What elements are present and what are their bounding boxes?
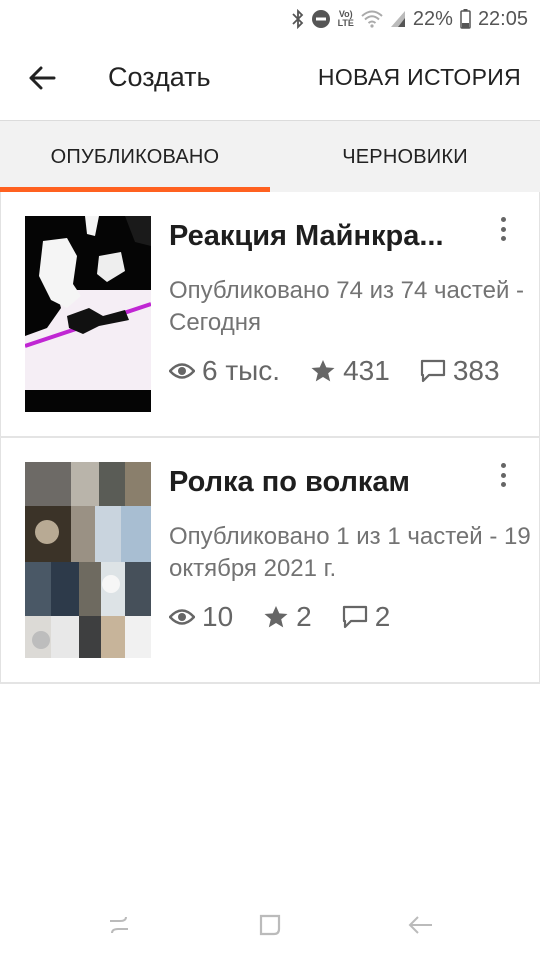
views-count: 10 xyxy=(202,601,234,632)
page-title: Создать xyxy=(108,62,211,92)
views-stat: 6 тыс. xyxy=(169,355,280,387)
comments-count: 383 xyxy=(452,355,500,386)
comment-icon xyxy=(420,359,445,383)
star-icon xyxy=(264,606,288,628)
stars-stat: 2 xyxy=(263,601,312,633)
comments-count: 2 xyxy=(374,601,391,632)
more-options-button[interactable] xyxy=(493,214,513,244)
eye-icon xyxy=(169,609,195,625)
views-stat: 10 xyxy=(169,601,233,633)
app-header: Создать НОВАЯ ИСТОРИЯ xyxy=(0,38,540,120)
system-nav-bar xyxy=(0,890,540,960)
battery-percent: 22% xyxy=(412,7,453,30)
recent-apps-button[interactable] xyxy=(104,910,134,940)
home-button[interactable] xyxy=(255,910,285,940)
comment-icon xyxy=(342,605,367,629)
home-icon xyxy=(259,914,281,936)
views-count: 6 тыс. xyxy=(202,355,281,386)
tab-bar: ОПУБЛИКОВАНО ЧЕРНОВИКИ xyxy=(0,120,540,192)
stars-count: 2 xyxy=(296,601,312,632)
tab-drafts[interactable]: ЧЕРНОВИКИ xyxy=(270,121,540,193)
more-vertical-icon xyxy=(500,217,506,222)
do-not-disturb-icon xyxy=(311,9,331,29)
more-options-button[interactable] xyxy=(493,460,513,490)
story-subtitle: Опубликовано 1 из 1 частей - 19 октября … xyxy=(169,523,531,582)
story-stats: 10 2 2 xyxy=(169,601,420,633)
story-list: Реакция Майнкра... Опубликовано 74 из 74… xyxy=(0,192,540,684)
story-cover-image xyxy=(25,216,151,412)
story-subtitle: Опубликовано 74 из 74 частей - Сегодня xyxy=(169,277,525,336)
comments-stat: 383 xyxy=(420,355,500,387)
wifi-icon xyxy=(361,10,383,28)
story-title: Ролка по волкам xyxy=(169,466,410,498)
story-card[interactable]: Ролка по волкам Опубликовано 1 из 1 част… xyxy=(0,438,540,684)
new-story-button[interactable]: НОВАЯ ИСТОРИЯ xyxy=(318,64,521,91)
back-button[interactable] xyxy=(26,62,58,94)
battery-icon xyxy=(460,9,471,29)
more-vertical-icon xyxy=(500,463,506,468)
arrow-back-icon xyxy=(29,66,56,90)
signal-icon xyxy=(390,10,406,28)
eye-icon xyxy=(169,363,195,379)
recent-apps-icon xyxy=(110,916,128,934)
story-stats: 6 тыс. 431 383 xyxy=(169,355,530,387)
story-cover-image xyxy=(25,462,151,658)
system-back-button[interactable] xyxy=(405,910,435,940)
volte-icon: Vo) LTE xyxy=(338,10,354,28)
tab-published[interactable]: ОПУБЛИКОВАНО xyxy=(0,121,270,193)
story-card[interactable]: Реакция Майнкра... Опубликовано 74 из 74… xyxy=(0,192,540,438)
status-bar: Vo) LTE 22% 22:05 xyxy=(0,0,540,38)
star-icon xyxy=(311,360,335,382)
stars-count: 431 xyxy=(343,355,390,386)
volte-bottom-label: LTE xyxy=(337,18,354,28)
stars-stat: 431 xyxy=(310,355,390,387)
status-time: 22:05 xyxy=(477,7,528,30)
story-title: Реакция Майнкра... xyxy=(169,220,444,252)
comments-stat: 2 xyxy=(342,601,391,633)
bluetooth-icon xyxy=(291,9,304,29)
system-back-icon xyxy=(408,916,432,934)
